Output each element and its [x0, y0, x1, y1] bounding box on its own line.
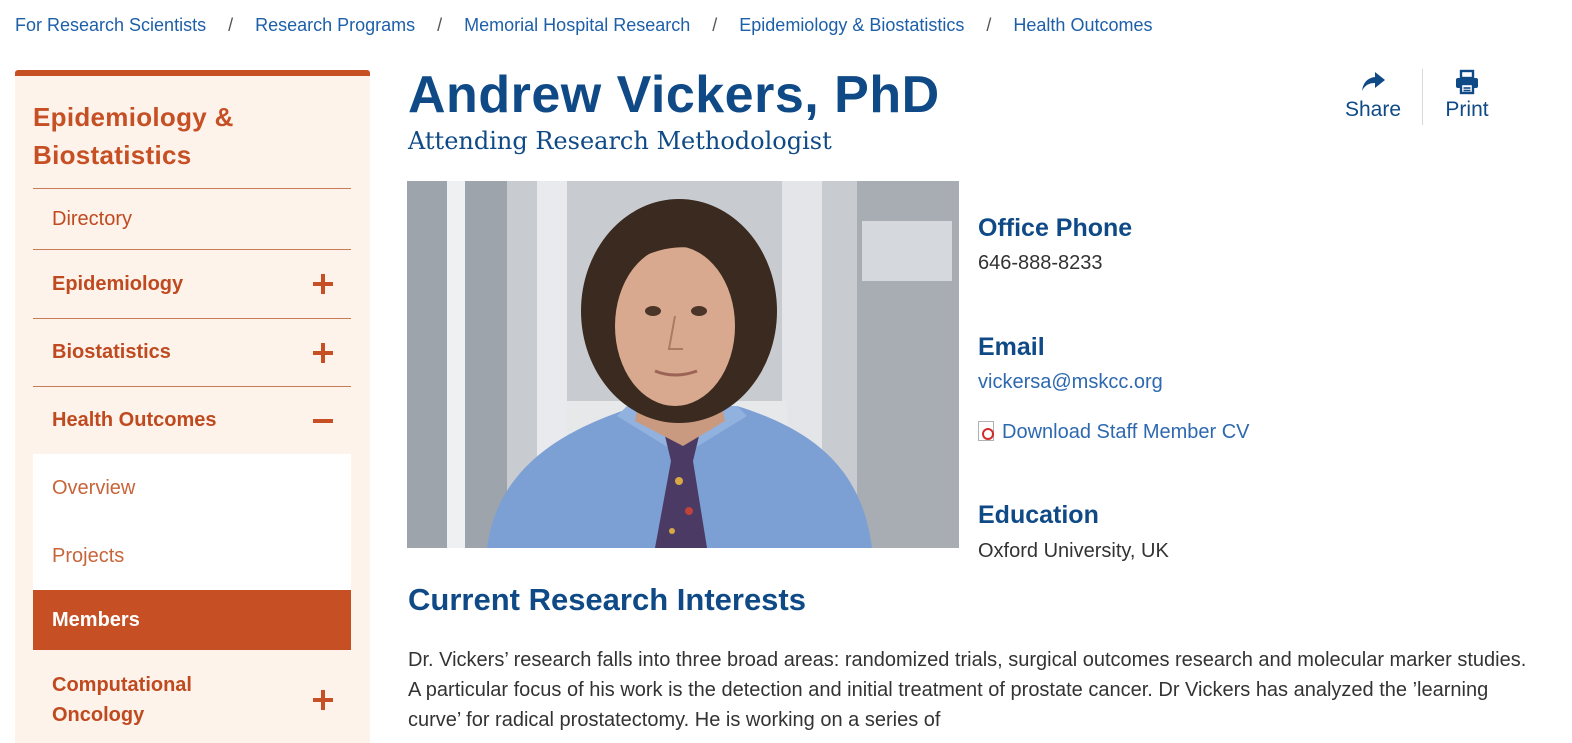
sidebar-item-directory[interactable]: Directory: [33, 188, 351, 249]
breadcrumb-separator: /: [228, 14, 234, 35]
sidebar-item-label: Directory: [52, 207, 133, 230]
breadcrumb-link-health-outcomes[interactable]: Health Outcomes: [1013, 15, 1152, 36]
sidebar-item-label: Health Outcomes: [52, 409, 217, 431]
share-button[interactable]: Share: [1333, 66, 1413, 126]
share-arrow-icon: [1360, 66, 1386, 98]
breadcrumb-separator: /: [437, 14, 443, 35]
email-label: Email: [978, 333, 1045, 361]
sidebar-item-biostatistics[interactable]: Biostatistics: [33, 318, 351, 386]
breadcrumb-link-research-scientists[interactable]: For Research Scientists: [15, 15, 206, 36]
breadcrumb-separator: /: [712, 14, 718, 35]
office-phone-label: Office Phone: [978, 214, 1133, 242]
share-label: Share: [1344, 98, 1402, 121]
print-button[interactable]: Print: [1427, 66, 1507, 126]
education-value: Oxford University, UK: [978, 540, 1169, 562]
print-label: Print: [1445, 98, 1489, 121]
download-cv-label: Download Staff Member CV: [1002, 421, 1250, 443]
action-divider: [1422, 69, 1423, 125]
sidebar-title[interactable]: Epidemiology & Biostatistics: [33, 98, 333, 174]
sidebar-nav: Epidemiology & Biostatistics Directory E…: [15, 70, 370, 743]
sidebar-item-label: Computational Oncology: [52, 674, 192, 726]
breadcrumb-separator: /: [986, 14, 992, 35]
minus-icon[interactable]: [313, 411, 333, 431]
sidebar-item-health-outcomes[interactable]: Health Outcomes: [33, 386, 351, 454]
plus-icon[interactable]: [313, 274, 333, 294]
email-link[interactable]: vickersa@mskcc.org: [978, 371, 1163, 394]
download-cv-link[interactable]: Download Staff Member CV: [978, 421, 1250, 444]
plus-icon[interactable]: [313, 342, 333, 363]
printer-icon: [1454, 66, 1480, 98]
pdf-file-icon: [978, 421, 994, 441]
sidebar-subitem-label: Projects: [52, 544, 125, 567]
sidebar-subitem-label: Overview: [52, 476, 136, 499]
profile-subtitle: Attending Research Methodologist: [408, 127, 832, 155]
office-phone-value: 646-888-8233: [978, 252, 1103, 274]
sidebar-subitem-members-active[interactable]: Members: [33, 590, 351, 650]
plus-icon[interactable]: [313, 690, 333, 710]
sidebar-subitem-label: Members: [52, 608, 140, 631]
breadcrumb-link-epidemiology-biostatistics[interactable]: Epidemiology & Biostatistics: [739, 15, 964, 36]
sidebar-subitem-overview[interactable]: Overview: [33, 454, 351, 522]
sidebar-item-computational-oncology[interactable]: Computational Oncology: [33, 650, 351, 743]
breadcrumb: For Research Scientists / Research Progr…: [15, 12, 1152, 38]
page-title: Andrew Vickers, PhD: [408, 66, 940, 124]
breadcrumb-link-memorial-hospital-research[interactable]: Memorial Hospital Research: [464, 15, 690, 36]
sidebar-submenu-health-outcomes: Overview Projects: [33, 454, 351, 590]
education-label: Education: [978, 501, 1099, 529]
sidebar-item-label: Biostatistics: [52, 341, 171, 363]
profile-photo: [407, 181, 959, 548]
research-interests-heading: Current Research Interests: [408, 582, 806, 617]
sidebar-list: Directory Epidemiology Biostatistics Hea…: [33, 188, 351, 743]
sidebar-subitem-projects[interactable]: Projects: [33, 522, 351, 590]
breadcrumb-link-research-programs[interactable]: Research Programs: [255, 15, 415, 36]
page-actions: Share Print: [1333, 66, 1503, 126]
sidebar-item-label: Epidemiology: [52, 272, 184, 295]
research-interests-text: Dr. Vickers’ research falls into three b…: [408, 649, 1527, 731]
sidebar-item-epidemiology[interactable]: Epidemiology: [33, 249, 351, 318]
